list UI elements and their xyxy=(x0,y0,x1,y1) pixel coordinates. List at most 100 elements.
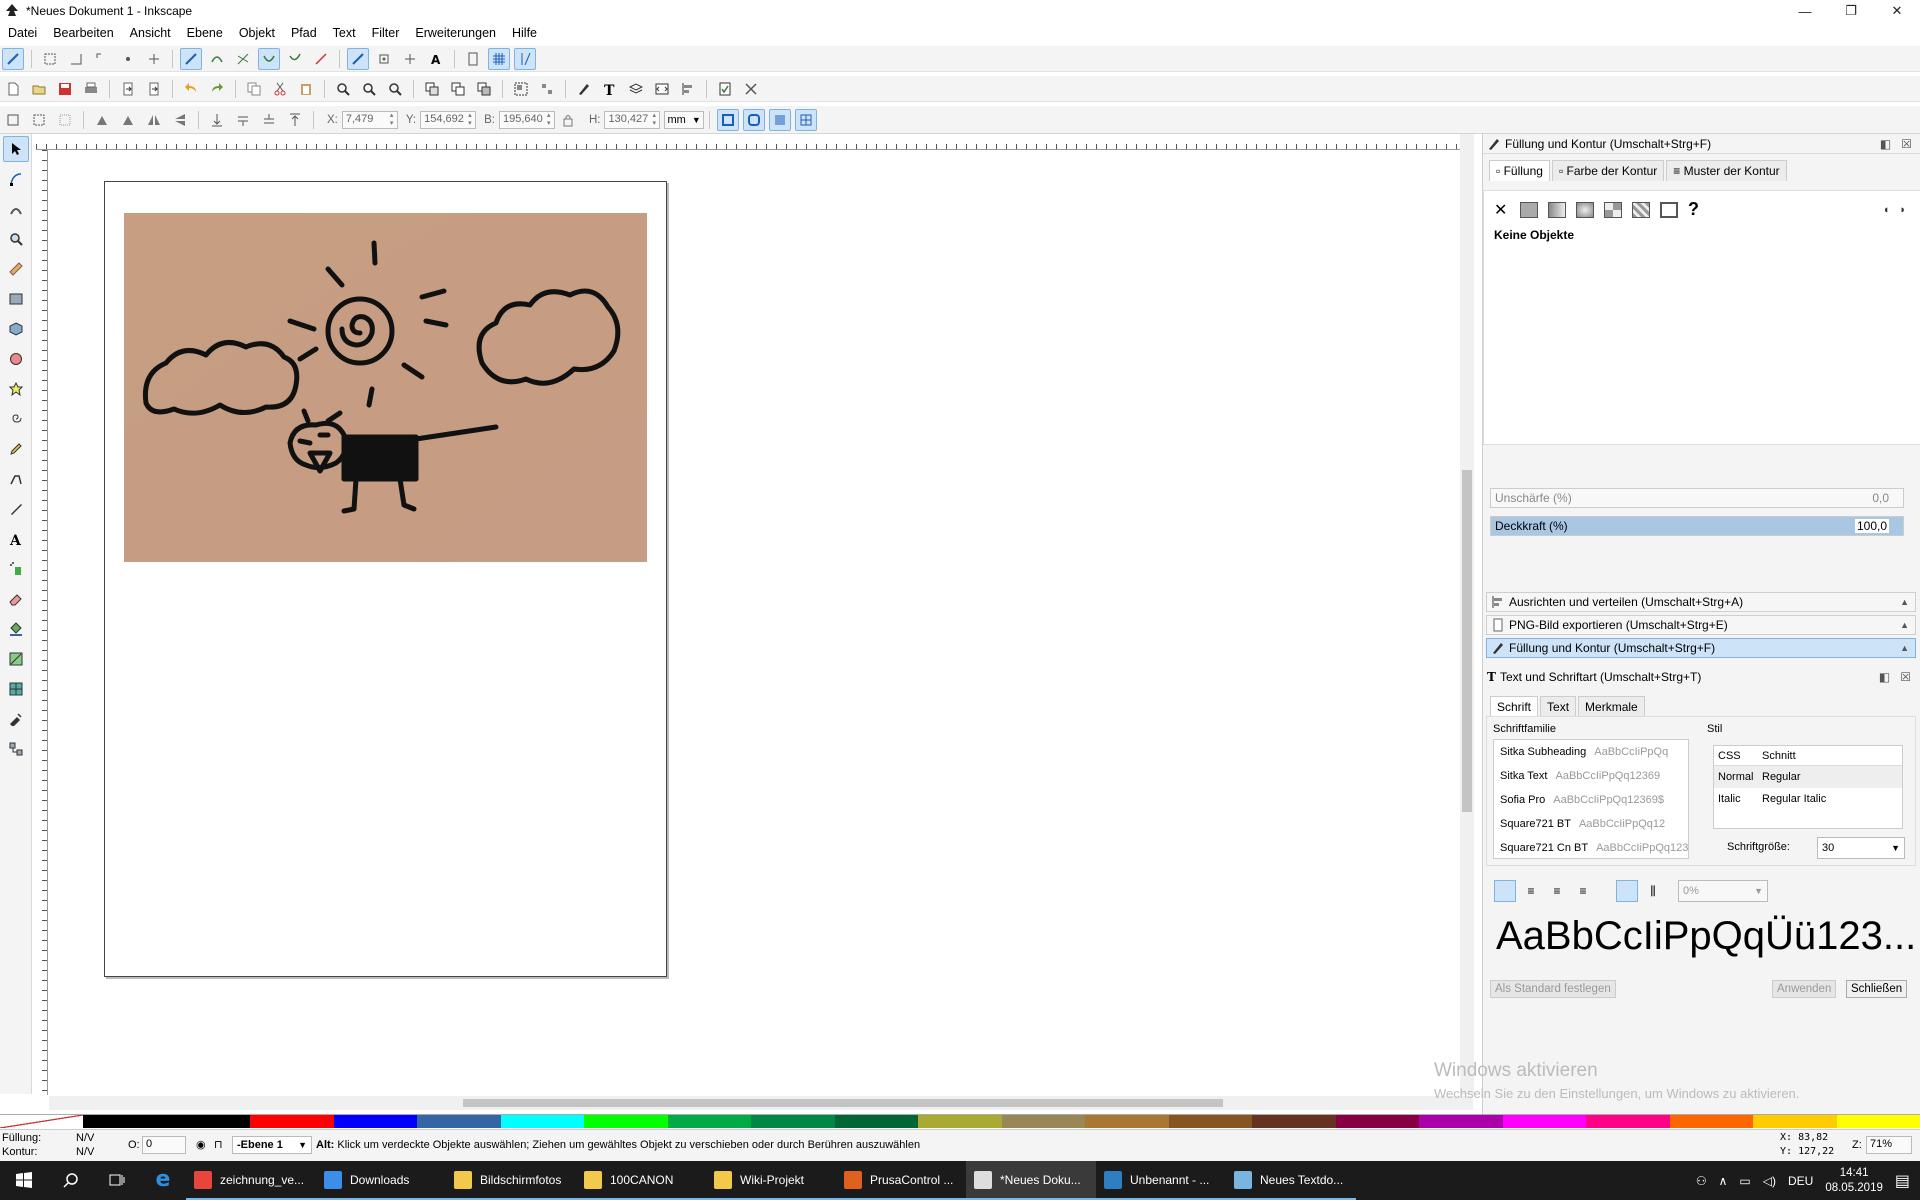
snap-bbox-corner-button[interactable] xyxy=(91,48,113,70)
menu-objekt[interactable]: Objekt xyxy=(231,26,283,40)
ungroup-button[interactable] xyxy=(536,78,558,100)
x-input[interactable]: 7,479 xyxy=(341,110,398,129)
swatch-icon[interactable] xyxy=(1660,201,1678,218)
color-swatch[interactable] xyxy=(834,1115,919,1128)
color-swatch[interactable] xyxy=(1836,1115,1920,1128)
export-button[interactable] xyxy=(143,78,165,100)
tab-fill[interactable]: ▫ Füllung xyxy=(1489,160,1550,181)
raise-top-button[interactable] xyxy=(284,109,306,131)
search-button[interactable] xyxy=(48,1161,94,1200)
taskbar-app[interactable]: *Neues Doku... xyxy=(966,1161,1096,1200)
gradient-tool[interactable] xyxy=(3,646,29,672)
snap-rotation-center-button[interactable] xyxy=(399,48,421,70)
eye-icon[interactable]: ◉ xyxy=(196,1138,206,1151)
height-input[interactable]: 130,427 xyxy=(604,110,661,129)
menu-pfad[interactable]: Pfad xyxy=(283,26,325,40)
color-swatch[interactable] xyxy=(1168,1115,1253,1128)
font-row[interactable]: Sitka Text AaBbCcIiPpQq12369 xyxy=(1494,764,1688,788)
lock-ratio-button[interactable] xyxy=(557,109,579,131)
snap-bbox-center-button[interactable] xyxy=(143,48,165,70)
save-button[interactable] xyxy=(54,78,76,100)
menu-bearbeiten[interactable]: Bearbeiten xyxy=(45,26,121,40)
unit-select[interactable]: mm ▼ xyxy=(664,110,704,129)
color-swatch[interactable] xyxy=(83,1115,167,1128)
zoom-selection-button[interactable] xyxy=(332,78,354,100)
flip-horizontal-button[interactable] xyxy=(143,109,165,131)
snap-guides-button[interactable] xyxy=(514,47,536,70)
justify-button[interactable]: ≡ xyxy=(1572,880,1594,902)
tab-font[interactable]: Schrift xyxy=(1490,696,1539,717)
menu-erweiterungen[interactable]: Erweiterungen xyxy=(407,26,504,40)
taskbar-app[interactable]: Unbenannt - ... xyxy=(1096,1161,1226,1200)
calligraphy-tool[interactable] xyxy=(3,496,29,522)
box3d-tool[interactable] xyxy=(3,316,29,342)
volume-icon[interactable]: ◁) xyxy=(1763,1174,1776,1188)
font-row[interactable]: Sitka Subheading AaBbCcIiPpQq xyxy=(1494,740,1688,764)
fill-rule-evenodd-icon[interactable]: ◖ xyxy=(1883,204,1890,216)
language-indicator[interactable]: DEU xyxy=(1788,1174,1813,1188)
align-panel-header[interactable]: Ausrichten und verteilen (Umschalt+Strg+… xyxy=(1486,592,1916,612)
flip-vertical-button[interactable] xyxy=(169,109,191,131)
zoom-tool[interactable] xyxy=(3,226,29,252)
raise-button[interactable] xyxy=(258,109,280,131)
blur-slider[interactable]: Unschärfe (%) 0,0 xyxy=(1490,488,1904,508)
clock[interactable]: 14:41 08.05.2019 xyxy=(1825,1166,1883,1196)
swatch-none[interactable] xyxy=(0,1115,84,1128)
snap-cusp-button[interactable] xyxy=(258,47,280,70)
color-swatch[interactable] xyxy=(250,1115,334,1128)
taskbar-app[interactable]: Wiki-Projekt xyxy=(706,1161,836,1200)
pen-tool[interactable] xyxy=(3,466,29,492)
taskbar-app[interactable]: Downloads xyxy=(316,1161,446,1200)
tweak-tool[interactable] xyxy=(3,196,29,222)
font-row[interactable]: Square721 BT AaBbCcIiPpQq12 xyxy=(1494,812,1688,836)
eraser-tool[interactable] xyxy=(3,586,29,612)
taskbar-app[interactable]: Neues Textdo... xyxy=(1226,1161,1356,1200)
y-input[interactable]: 154,692 xyxy=(420,110,477,129)
color-swatch[interactable] xyxy=(751,1115,835,1128)
snap-grid-button[interactable] xyxy=(488,47,510,70)
font-row[interactable]: Sofia Pro AaBbCcIiPpQq12369$ xyxy=(1494,788,1688,812)
style-row[interactable]: Normal Regular xyxy=(1714,766,1902,788)
font-family-list[interactable]: Sitka Subheading AaBbCcIiPpQq Sitka Text A… xyxy=(1493,739,1689,859)
cut-button[interactable] xyxy=(269,78,291,100)
lower-bottom-button[interactable] xyxy=(206,109,228,131)
iconify-icon[interactable]: ◧ xyxy=(1880,137,1891,151)
minimize-button[interactable]: — xyxy=(1782,0,1828,22)
paint-bucket-tool[interactable] xyxy=(3,616,29,642)
style-list[interactable]: CSS Schnitt Normal Regular Italic Regular I… xyxy=(1713,745,1903,829)
pattern-icon[interactable] xyxy=(1632,201,1650,218)
redo-button[interactable] xyxy=(206,78,228,100)
maximize-button[interactable]: ❐ xyxy=(1828,0,1874,22)
pencil-tool[interactable] xyxy=(3,436,29,462)
unset-paint-icon[interactable]: ? xyxy=(1688,199,1699,220)
menu-ebene[interactable]: Ebene xyxy=(179,26,231,40)
linear-gradient-icon[interactable] xyxy=(1548,201,1566,218)
align-left-button[interactable] xyxy=(1494,880,1516,902)
group-button[interactable] xyxy=(510,78,532,100)
tab-text[interactable]: Text xyxy=(1540,696,1577,717)
dropper-tool[interactable] xyxy=(3,706,29,732)
text-dialog-button[interactable]: T xyxy=(599,78,621,100)
people-icon[interactable]: ⚇ xyxy=(1696,1174,1707,1188)
close-dialog-button[interactable]: Schließen xyxy=(1846,980,1908,998)
font-row[interactable]: Square721 Cn BT AaBbCcIiPpQq123 xyxy=(1494,836,1688,860)
fill-rule-nonzero-icon[interactable]: ◗ xyxy=(1899,204,1906,216)
connector-tool[interactable] xyxy=(3,736,29,762)
selector-tool[interactable] xyxy=(3,136,29,162)
align-right-button[interactable]: ≡ xyxy=(1546,880,1568,902)
close-panel-icon[interactable]: ☒ xyxy=(1900,670,1911,684)
fill-indicator-value[interactable]: N/V xyxy=(76,1132,94,1144)
snap-others-button[interactable] xyxy=(347,47,369,70)
horizontal-ruler[interactable] xyxy=(36,134,1460,150)
color-swatch[interactable] xyxy=(1502,1115,1587,1128)
vertical-text-button[interactable]: ⫼ xyxy=(1642,880,1664,902)
snap-bbox-mid-button[interactable] xyxy=(117,48,139,70)
color-swatch[interactable] xyxy=(918,1115,1002,1128)
undo-button[interactable] xyxy=(180,78,202,100)
vertical-ruler[interactable] xyxy=(36,150,48,1095)
horizontal-scrollbar[interactable] xyxy=(49,1096,1473,1110)
taskbar-app[interactable]: zeichnung_ve... xyxy=(186,1161,316,1200)
spray-tool[interactable] xyxy=(3,556,29,582)
opacity-slider[interactable]: Deckkraft (%) 100,0 xyxy=(1490,516,1904,536)
taskbar-app[interactable]: PrusaControl ... xyxy=(836,1161,966,1200)
